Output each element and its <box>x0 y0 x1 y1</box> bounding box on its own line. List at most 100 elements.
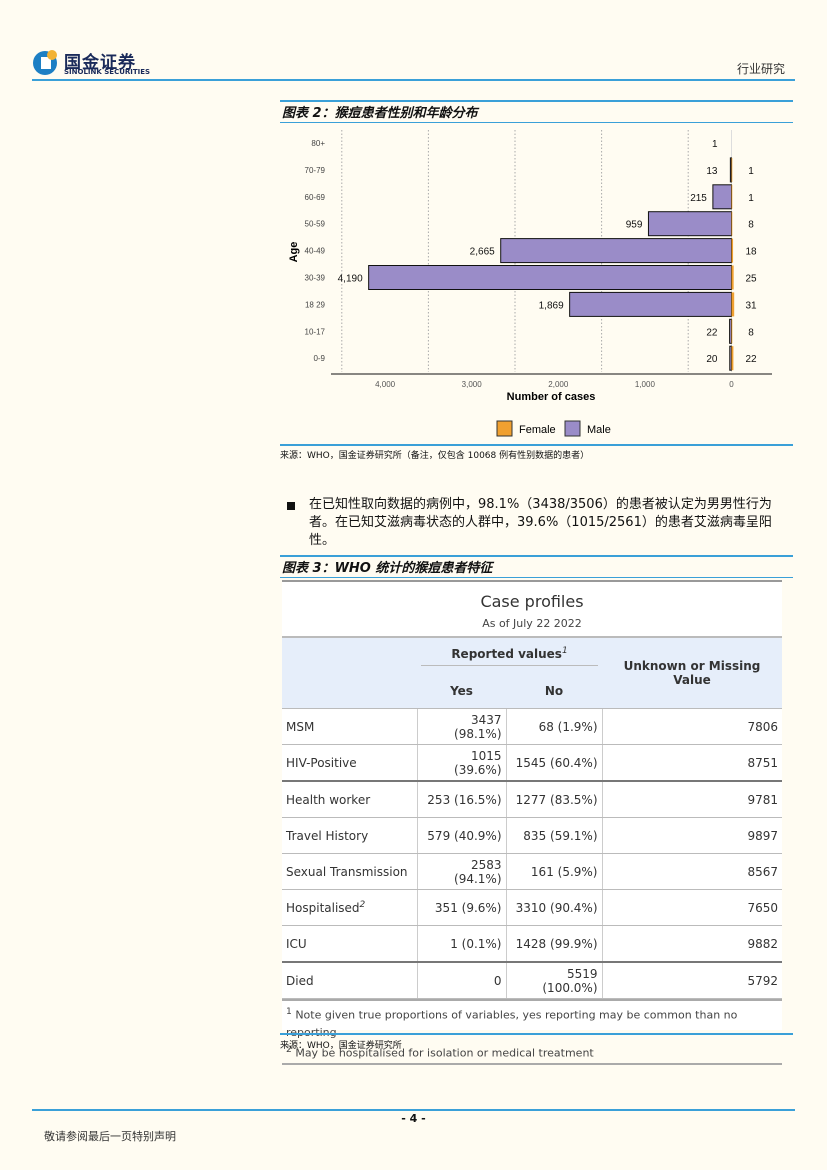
table-row: Hospitalised2 351 (9.6%) 3310 (90.4%) 76… <box>282 889 782 926</box>
age-tick-label: 50-59 <box>305 220 326 229</box>
male-bar <box>569 291 732 317</box>
male-value-label: 959 <box>626 220 643 231</box>
male-bar <box>500 238 732 264</box>
cell-unknown: 8567 <box>601 853 782 890</box>
report-page: 国金证券 SINOLINK SECURITIES 行业研究 图表 2：猴痘患者性… <box>0 0 827 1170</box>
male-bar <box>368 265 732 290</box>
age-tick-label: 80+ <box>311 139 325 148</box>
table-row: HIV-Positive 1015 (39.6%) 1545 (60.4%) 8… <box>282 744 782 782</box>
table-row: MSM 3437 (98.1%) 68 (1.9%) 7806 <box>282 708 782 745</box>
male-value-label: 4,190 <box>338 274 363 285</box>
cell-no: 68 (1.9%) <box>505 708 602 745</box>
cell-unknown: 7650 <box>601 889 782 926</box>
divider <box>280 444 793 446</box>
female-bar <box>731 157 733 182</box>
male-value-label: 1 <box>712 139 718 150</box>
female-bar <box>731 184 733 209</box>
footnote-mark: 1 <box>286 1006 292 1017</box>
table-row: Health worker 253 (16.5%) 1277 (83.5%) 9… <box>282 781 782 818</box>
female-bar <box>731 211 733 236</box>
male-value-label: 215 <box>690 193 707 204</box>
legend-female-swatch <box>496 420 513 437</box>
female-bar <box>731 265 734 290</box>
male-value-label: 1,869 <box>539 300 564 311</box>
cell-yes: 1 (0.1%) <box>416 925 506 963</box>
female-value-label: 8 <box>748 327 754 338</box>
cell-yes: 2583 (94.1%) <box>416 853 506 890</box>
table-row: Travel History 579 (40.9%) 835 (59.1%) 9… <box>282 817 782 854</box>
age-sex-chart: 80+ 170-79 13 160-69 215 150-59 959 840-49 2,665… <box>288 130 772 437</box>
legend-male-label: Male <box>587 424 611 436</box>
female-value-label: 1 <box>748 193 754 204</box>
footer-notice: 敬请参阅最后一页特别声明 <box>44 1130 176 1143</box>
x-axis-title: Number of cases <box>507 391 596 403</box>
cell-unknown: 9897 <box>601 817 782 854</box>
legend-female-label: Female <box>519 424 556 436</box>
col-yes: Yes <box>417 673 506 709</box>
male-value-label: 2,665 <box>470 247 495 258</box>
cell-no: 5519 (100.0%) <box>505 962 602 999</box>
table-row: Died 0 5519 (100.0%) 5792 <box>282 962 782 999</box>
male-bar <box>712 184 732 210</box>
cell-yes: 351 (9.6%) <box>416 889 506 926</box>
x-tick-label: 2,000 <box>548 380 569 389</box>
figure2-source: 来源：WHO，国金证券研究所（备注，仅包含 10068 例有性别数据的患者） <box>280 451 590 461</box>
row-label: MSM <box>282 708 417 745</box>
row-label: Hospitalised2 <box>282 889 417 926</box>
cell-yes: 3437 (98.1%) <box>416 708 506 745</box>
female-value-label: 22 <box>745 354 757 365</box>
female-value-label: 31 <box>745 300 757 311</box>
cell-unknown: 9882 <box>601 925 782 963</box>
table-subtitle: As of July 22 2022 <box>482 617 582 630</box>
row-label: Died <box>282 962 417 999</box>
table-row: ICU 1 (0.1%) 1428 (99.9%) 9882 <box>282 925 782 963</box>
y-axis-title: Age <box>288 242 300 263</box>
cell-no: 3310 (90.4%) <box>505 889 602 926</box>
cell-yes: 579 (40.9%) <box>416 817 506 854</box>
divider <box>280 577 793 578</box>
x-tick-label: 0 <box>729 380 734 389</box>
male-value-label: 13 <box>706 166 718 177</box>
female-bar <box>731 238 734 263</box>
male-bar <box>729 157 733 183</box>
col-no: No <box>506 673 602 709</box>
cell-unknown: 7806 <box>601 708 782 745</box>
page-number: - 4 - <box>401 1112 426 1125</box>
cell-no: 1428 (99.9%) <box>505 925 602 963</box>
cell-unknown: 9781 <box>601 781 782 818</box>
cell-yes: 253 (16.5%) <box>416 781 506 818</box>
age-tick-label: 40-49 <box>305 247 326 256</box>
footer-divider <box>32 1109 795 1111</box>
female-value-label: 25 <box>745 274 757 285</box>
group-header: Reported values <box>451 646 562 661</box>
male-bar <box>729 345 733 371</box>
table-title: Case profiles <box>480 592 584 611</box>
x-tick-label: 1,000 <box>635 380 656 389</box>
cell-unknown: 8751 <box>601 744 782 782</box>
footnote-ref: 1 <box>561 645 568 656</box>
cell-yes: 0 <box>416 962 506 999</box>
age-tick-label: 10-17 <box>305 327 326 336</box>
figure3-source: 来源：WHO，国金证券研究所 <box>280 1041 402 1051</box>
legend-male-swatch <box>564 420 581 437</box>
x-tick-label: 3,000 <box>462 380 483 389</box>
cell-no: 1277 (83.5%) <box>505 781 602 818</box>
divider <box>280 1033 793 1035</box>
row-label: Travel History <box>282 817 417 854</box>
female-bar <box>731 346 734 371</box>
female-bar <box>731 292 735 317</box>
male-value-label: 22 <box>706 327 718 338</box>
row-label: Health worker <box>282 781 417 818</box>
cell-yes: 1015 (39.6%) <box>416 744 506 782</box>
case-profiles-table: Case profiles As of July 22 2022 Reporte… <box>282 580 782 1066</box>
cell-unknown: 5792 <box>601 962 782 999</box>
female-value-label: 1 <box>748 166 754 177</box>
cell-no: 1545 (60.4%) <box>505 744 602 782</box>
age-tick-label: 60-69 <box>305 193 326 202</box>
male-bar <box>647 211 733 237</box>
male-bar <box>729 318 732 344</box>
age-tick-label: 30-39 <box>305 274 326 283</box>
figure3-title: 图表 3：WHO 统计的猴痘患者特征 <box>282 561 493 576</box>
female-bar <box>731 319 733 344</box>
female-value-label: 18 <box>745 247 757 258</box>
